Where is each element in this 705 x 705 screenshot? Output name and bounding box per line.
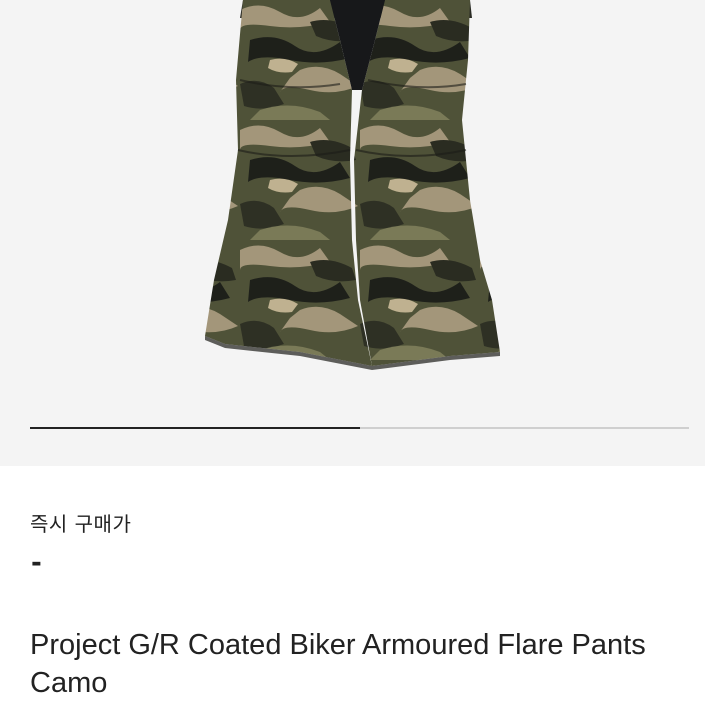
- image-pager: [30, 427, 689, 429]
- image-pager-indicator: [30, 427, 360, 429]
- product-image: [205, 0, 500, 370]
- product-image-carousel[interactable]: [0, 0, 705, 466]
- product-name: Project G/R Coated Biker Armoured Flare …: [30, 629, 646, 699]
- product-info: 즉시 구매가 - Project G/R Coated Biker Armour…: [0, 466, 705, 705]
- instant-buy-price-label: 즉시 구매가: [30, 512, 132, 536]
- right-leg: [354, 0, 500, 366]
- instant-buy-price-value: -: [31, 548, 42, 578]
